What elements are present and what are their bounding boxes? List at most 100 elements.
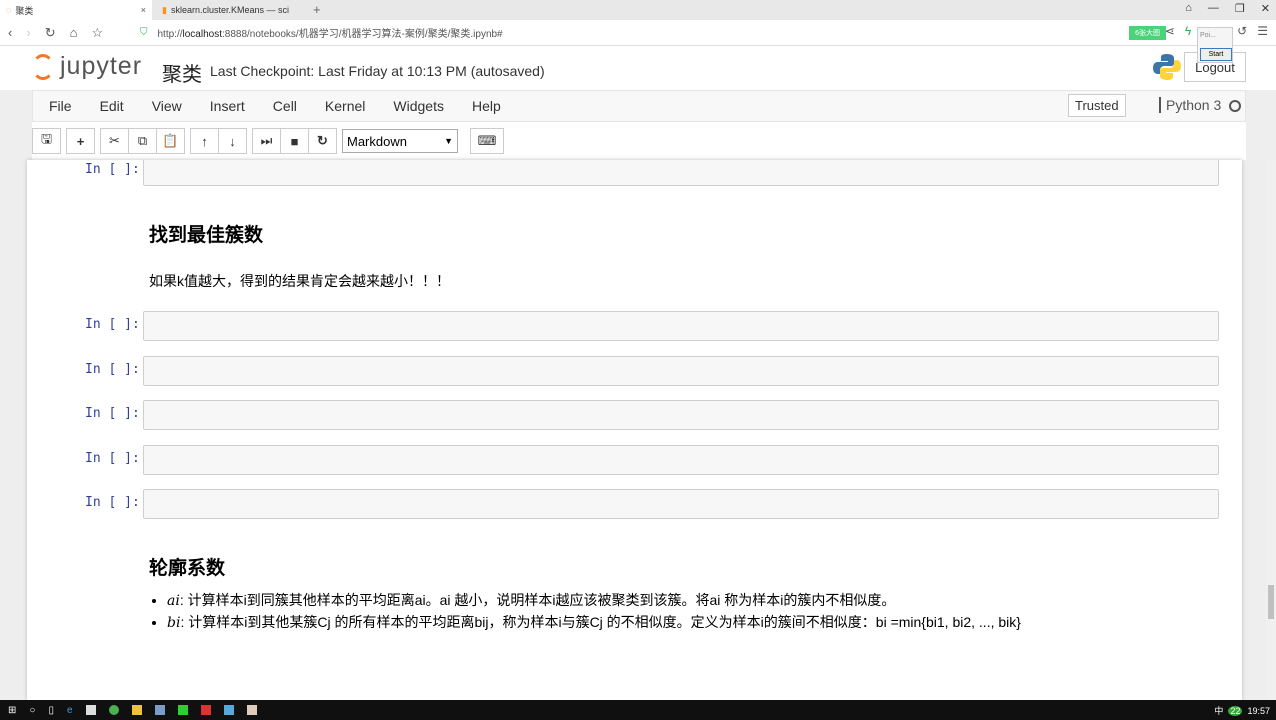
code-cell[interactable]: In [ ]: <box>27 400 1242 432</box>
list-item: bi: 计算样本i到其他某簇Cj 的所有样本的平均距离bij，称为样本i与簇Cj… <box>167 612 1021 634</box>
task-view-icon[interactable]: ▯ <box>48 705 54 716</box>
page-scrollbar[interactable] <box>1266 160 1276 700</box>
notification-badge[interactable]: 22 <box>1228 706 1243 716</box>
code-cell[interactable]: In [ ]: <box>27 160 1242 188</box>
section-text: 如果k值越大，得到的结果肯定会越来越小！！！ <box>149 273 450 289</box>
code-cell[interactable]: In [ ]: <box>27 489 1242 521</box>
restart-button[interactable]: ↻ <box>308 128 337 154</box>
app-icon[interactable] <box>200 705 211 715</box>
menu-cell[interactable]: Cell <box>273 98 297 114</box>
app-icon[interactable] <box>85 705 96 715</box>
share-icon[interactable]: ⋖ <box>1165 24 1175 38</box>
menu-kernel[interactable]: Kernel <box>325 98 365 114</box>
clock[interactable]: 19:57 <box>1247 706 1270 716</box>
run-button[interactable]: ⏭ <box>252 128 281 154</box>
cell-input[interactable] <box>143 445 1219 475</box>
step-forward-icon: ⏭ <box>260 133 273 148</box>
restart-icon: ↻ <box>317 133 328 148</box>
search-icon[interactable]: ○ <box>29 705 35 716</box>
tab-notebook[interactable]: ◌ 聚类 × <box>0 0 152 20</box>
paste-icon: 📋 <box>162 133 179 148</box>
move-up-button[interactable]: ↑ <box>190 128 219 154</box>
maximize-icon[interactable]: ❐ <box>1235 2 1245 15</box>
start-button[interactable]: Start <box>1200 48 1232 61</box>
app-icon[interactable] <box>108 705 119 715</box>
menu-bar: File Edit View Insert Cell Kernel Widget… <box>32 90 1246 122</box>
url-input[interactable]: http://localhost:8888/notebooks/机器学习/机器学… <box>158 25 503 40</box>
paste-button[interactable]: 📋 <box>156 128 185 154</box>
close-tab-icon[interactable]: × <box>141 5 146 15</box>
menu-insert[interactable]: Insert <box>210 98 245 114</box>
app-icon[interactable] <box>246 705 257 715</box>
skin-icon[interactable]: ⌂ <box>1185 2 1192 15</box>
new-tab-button[interactable]: + <box>313 2 321 17</box>
plus-icon: + <box>76 133 85 149</box>
cell-input[interactable] <box>143 400 1219 430</box>
windows-start-icon[interactable]: ⊞ <box>8 705 16 716</box>
kernel-idle-icon <box>1229 100 1241 112</box>
jupyter-logo-icon <box>32 53 54 80</box>
checkpoint-status: Last Checkpoint: Last Friday at 10:13 PM… <box>210 63 545 79</box>
menu-help[interactable]: Help <box>472 98 501 114</box>
keyboard-icon: ⌨ <box>477 133 497 148</box>
insert-cell-button[interactable]: + <box>66 128 95 154</box>
section-heading: 找到最佳簇数 <box>149 225 264 246</box>
tab-sklearn[interactable]: ▮ sklearn.cluster.KMeans — sci <box>156 0 306 20</box>
definition-list: ai: 计算样本i到同簇其他样本的平均距离ai。ai 越小，说明样本i越应该被聚… <box>167 590 1021 634</box>
jupyter-logo[interactable]: jupyter <box>32 52 142 81</box>
move-down-button[interactable]: ↓ <box>218 128 247 154</box>
copy-button[interactable]: ⧉ <box>128 128 157 154</box>
cell-input[interactable] <box>143 160 1219 186</box>
scrollbar-thumb[interactable] <box>1268 585 1274 619</box>
address-bar: ‹ › ↻ ⌂ ☆ ⛉ http://localhost:8888/notebooks/… <box>0 20 1276 46</box>
save-icon: 🖫 <box>40 131 53 146</box>
close-window-icon[interactable]: ✕ <box>1261 2 1270 15</box>
minimize-icon[interactable]: — <box>1208 2 1219 15</box>
bolt-icon[interactable]: ϟ <box>1185 24 1191 38</box>
edge-icon[interactable]: e <box>67 705 73 716</box>
code-cell[interactable]: In [ ]: <box>27 445 1242 477</box>
section-heading: 轮廓系数 <box>149 558 226 579</box>
menu-icon[interactable]: ☰ <box>1257 24 1268 38</box>
undo-icon[interactable]: ↺ <box>1237 24 1247 38</box>
cell-input[interactable] <box>143 311 1219 341</box>
stop-icon: ■ <box>290 133 299 149</box>
python-logo-icon <box>1153 54 1181 80</box>
menu-view[interactable]: View <box>152 98 182 114</box>
command-palette-button[interactable]: ⌨ <box>470 128 504 154</box>
home-icon[interactable]: ⌂ <box>70 25 78 41</box>
tab-label: 聚类 <box>15 5 34 16</box>
cell-input[interactable] <box>143 356 1219 386</box>
save-button[interactable]: 🖫 <box>32 128 61 154</box>
app-icon[interactable] <box>223 705 234 715</box>
dropdown-arrow-icon: ▼ <box>444 136 453 146</box>
cell-type-select[interactable]: Markdown ▼ <box>342 129 458 153</box>
menu-widgets[interactable]: Widgets <box>393 98 444 114</box>
code-cell[interactable]: In [ ]: <box>27 311 1242 343</box>
interrupt-button[interactable]: ■ <box>280 128 309 154</box>
secure-shield-icon: ⛉ <box>140 27 148 38</box>
extension-badge[interactable]: 6张大图 <box>1129 26 1166 40</box>
extension-popup: Poi... Start <box>1197 27 1233 63</box>
notebook-container: In [ ]: 找到最佳簇数 如果k值越大，得到的结果肯定会越来越小！！！ In… <box>27 160 1242 700</box>
copy-icon: ⧉ <box>137 133 148 148</box>
code-cell[interactable]: In [ ]: <box>27 356 1242 388</box>
tab-label: sklearn.cluster.KMeans — sci <box>170 5 289 15</box>
app-icon[interactable] <box>177 705 188 715</box>
cell-input[interactable] <box>143 489 1219 519</box>
toolbar: 🖫 + ✂ ⧉ 📋 ↑ ↓ ⏭ ■ ↻ Markdown ▼ ⌨ <box>32 122 1246 160</box>
forward-icon[interactable]: › <box>26 25 30 41</box>
app-icon[interactable] <box>154 705 165 715</box>
back-icon[interactable]: ‹ <box>8 25 12 41</box>
ime-indicator[interactable]: 中 <box>1214 706 1223 716</box>
scissors-icon: ✂ <box>109 133 120 148</box>
refresh-icon[interactable]: ↻ <box>45 25 56 41</box>
folder-icon[interactable] <box>131 705 142 715</box>
star-icon[interactable]: ☆ <box>91 25 103 41</box>
menu-edit[interactable]: Edit <box>100 98 124 114</box>
cut-button[interactable]: ✂ <box>100 128 129 154</box>
notebook-title[interactable]: 聚类 <box>162 58 202 87</box>
trusted-indicator[interactable]: Trusted <box>1068 94 1126 117</box>
menu-file[interactable]: File <box>49 98 72 114</box>
windows-taskbar: ⊞ ○ ▯ e 中 22 19:57 <box>0 700 1276 720</box>
